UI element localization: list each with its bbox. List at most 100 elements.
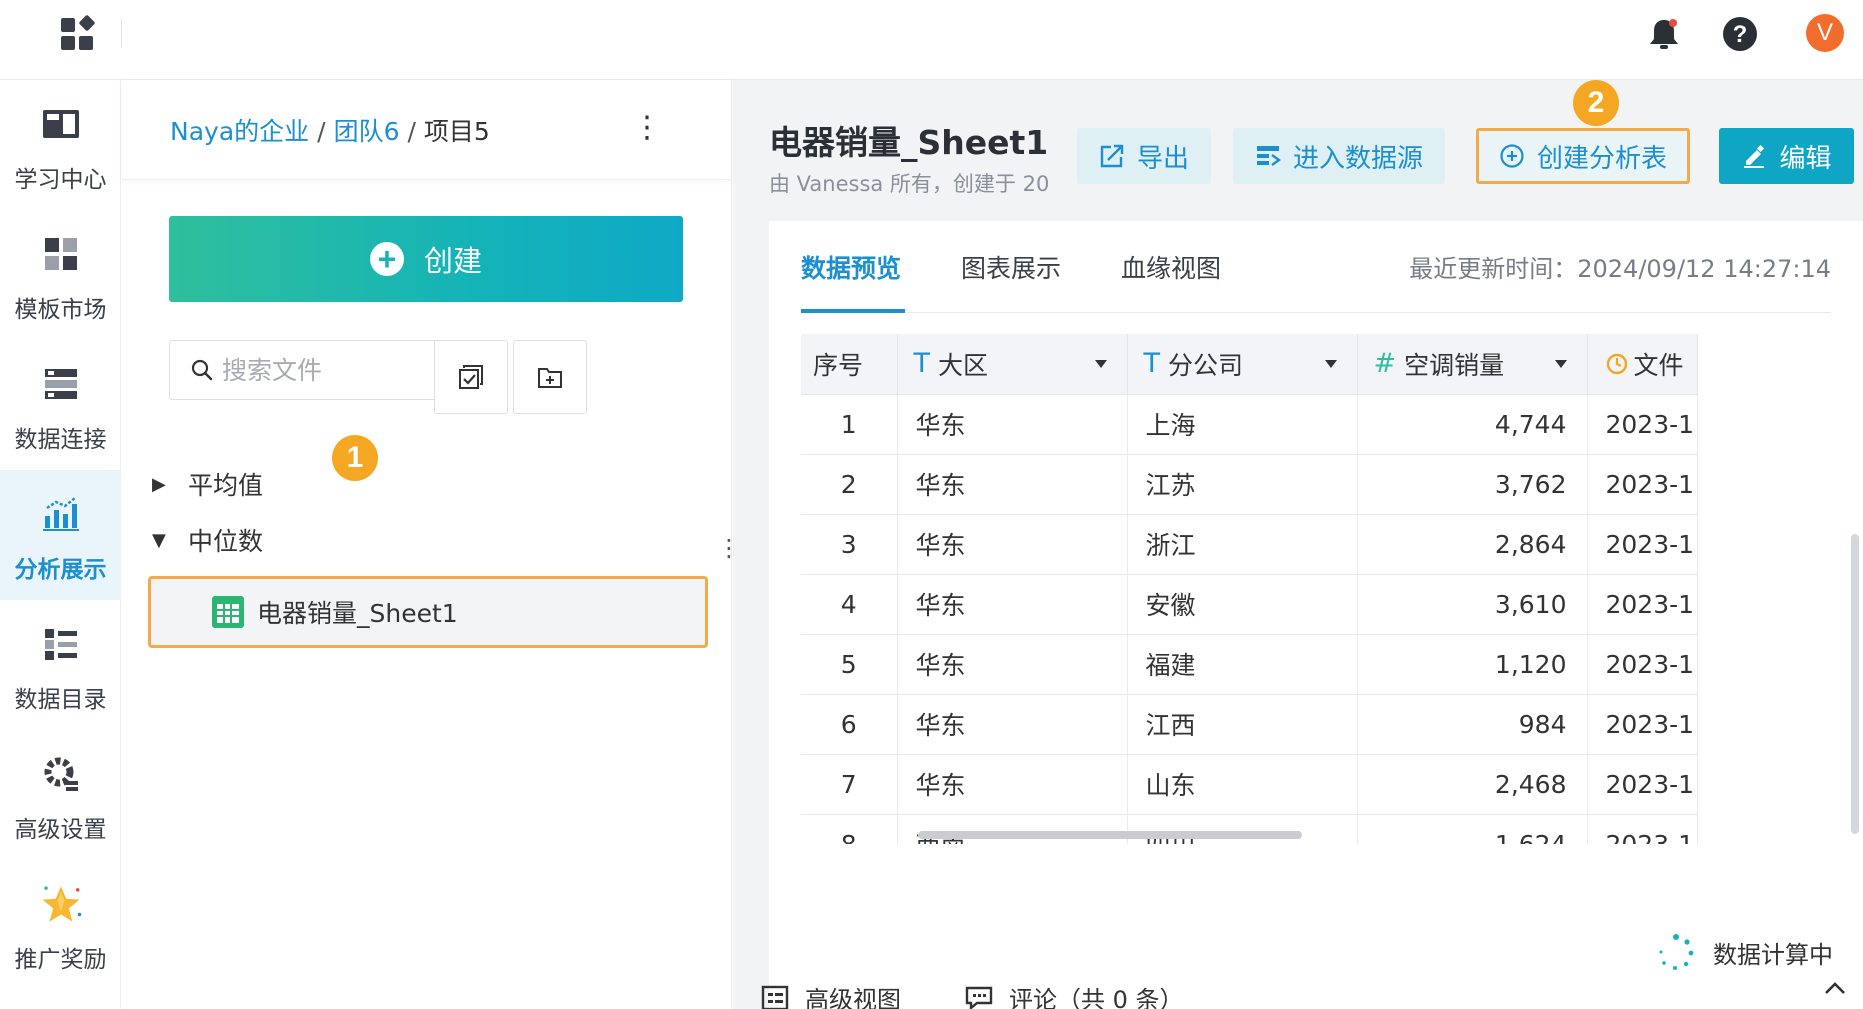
cell-index: 4 bbox=[801, 574, 898, 635]
vertical-scrollbar[interactable] bbox=[1851, 534, 1859, 834]
tab-data-preview[interactable]: 数据预览 bbox=[801, 249, 901, 285]
edit-button[interactable]: 编辑 bbox=[1719, 128, 1854, 184]
column-header-date[interactable]: 文件 bbox=[1587, 334, 1698, 395]
cell-sales: 2,468 bbox=[1357, 754, 1588, 815]
cell-index: 6 bbox=[801, 694, 898, 755]
batch-select-button[interactable] bbox=[434, 340, 508, 414]
collapse-panel-button[interactable] bbox=[1823, 980, 1847, 996]
column-name: 文件 bbox=[1633, 350, 1684, 380]
cell-sales: 3,762 bbox=[1357, 454, 1588, 515]
table-header-row: 序号 T 大区 T 分公司 # 空调销量 文件 bbox=[801, 334, 1698, 395]
question-mark-icon[interactable]: ? bbox=[1718, 12, 1762, 56]
column-header-region[interactable]: T 大区 bbox=[897, 334, 1128, 395]
tab-bar: 数据预览 图表展示 血缘视图 最近更新时间：2024/09/12 14:27:1… bbox=[801, 221, 1831, 313]
data-table: 序号 T 大区 T 分公司 # 空调销量 文件 1 华东 上海 4,744 2023-1 2华… bbox=[801, 334, 1698, 844]
cell-sales: 2,864 bbox=[1357, 514, 1588, 575]
table-row[interactable]: 4 华东 安徽 3,610 2023-1 bbox=[801, 574, 1698, 635]
table-row[interactable]: 7 华东 山东 2,468 2023-1 bbox=[801, 754, 1698, 815]
chevron-up-icon bbox=[1825, 982, 1845, 994]
breadcrumb-separator: / bbox=[317, 117, 326, 146]
data-table-container[interactable]: 序号 T 大区 T 分公司 # 空调销量 文件 1 华东 上海 4,744 2023-1 2华… bbox=[801, 334, 1831, 844]
nav-item-data-catalog[interactable]: 数据目录 bbox=[0, 600, 121, 730]
nav-label: 推广奖励 bbox=[14, 947, 107, 973]
text-type-icon: T bbox=[913, 348, 931, 380]
cell-branch: 安徽 bbox=[1127, 574, 1358, 635]
export-button[interactable]: 导出 bbox=[1077, 128, 1211, 184]
column-header-ac-sales[interactable]: # 空调销量 bbox=[1357, 334, 1588, 395]
comments-label: 评论（共 0 条） bbox=[1009, 986, 1184, 1009]
avatar[interactable]: V bbox=[1806, 14, 1844, 52]
nav-label: 数据目录 bbox=[14, 687, 107, 713]
table-row[interactable]: 8西南四川1,6242023-1 bbox=[801, 814, 1698, 844]
cell-region: 华东 bbox=[897, 754, 1128, 815]
apps-grid-icon[interactable] bbox=[55, 12, 99, 56]
tree-folder-average[interactable]: ▶ 平均值 bbox=[152, 466, 263, 502]
table-row[interactable]: 6 华东 江西 984 2023-1 bbox=[801, 694, 1698, 755]
more-options-icon[interactable]: ⋮ bbox=[632, 108, 662, 148]
template-grid-icon bbox=[39, 232, 83, 276]
tree-folder-label: 平均值 bbox=[188, 471, 264, 500]
comments-toggle[interactable]: 评论（共 0 条） bbox=[965, 980, 1184, 1009]
table-row[interactable]: 3 华东 浙江 2,864 2023-1 bbox=[801, 514, 1698, 575]
cell-date: 2023-1 bbox=[1587, 394, 1698, 455]
cell-branch: 浙江 bbox=[1127, 514, 1358, 575]
column-dropdown-icon[interactable] bbox=[1547, 350, 1575, 378]
column-dropdown-icon[interactable] bbox=[1087, 350, 1115, 378]
cell-date: 2023-1 bbox=[1587, 454, 1698, 515]
nav-item-data-connection[interactable]: 数据连接 bbox=[0, 340, 121, 470]
cell-date: 2023-1 bbox=[1587, 514, 1698, 575]
breadcrumb-team[interactable]: 团队6 bbox=[334, 117, 400, 146]
panel-resize-handle[interactable]: ⋮ bbox=[717, 536, 741, 573]
nav-item-analysis[interactable]: 分析展示 bbox=[0, 470, 121, 600]
enter-datasource-button[interactable]: 进入数据源 bbox=[1233, 128, 1445, 184]
create-analysis-button[interactable]: 创建分析表 bbox=[1476, 128, 1690, 184]
create-analysis-label: 创建分析表 bbox=[1536, 143, 1667, 174]
nav-item-advanced-settings[interactable]: 高级设置 bbox=[0, 730, 121, 860]
cell-region: 华东 bbox=[897, 454, 1128, 515]
cell-branch: 江苏 bbox=[1127, 454, 1358, 515]
text-type-icon: T bbox=[1143, 348, 1161, 380]
breadcrumb-org[interactable]: Naya的企业 bbox=[170, 117, 309, 146]
bar-chart-icon bbox=[39, 492, 83, 536]
gear-icon bbox=[39, 752, 83, 796]
create-button[interactable]: + 创建 bbox=[169, 216, 683, 302]
nav-label: 高级设置 bbox=[14, 817, 107, 843]
column-name: 序号 bbox=[813, 350, 864, 380]
nav-label: 模板市场 bbox=[14, 297, 107, 323]
cell-index: 5 bbox=[801, 634, 898, 695]
cell-index: 2 bbox=[801, 454, 898, 515]
cell-region: 华东 bbox=[897, 574, 1128, 635]
column-header-branch[interactable]: T 分公司 bbox=[1127, 334, 1358, 395]
table-row[interactable]: 5 华东 福建 1,120 2023-1 bbox=[801, 634, 1698, 695]
database-connect-icon bbox=[39, 362, 83, 406]
cell-branch: 四川 bbox=[1127, 814, 1358, 844]
page-title: 电器销量_Sheet1 bbox=[769, 123, 1049, 162]
data-card: 数据预览 图表展示 血缘视图 最近更新时间：2024/09/12 14:27:1… bbox=[769, 221, 1863, 1009]
tree-folder-median[interactable]: ▼ 中位数 bbox=[152, 522, 263, 558]
cell-date: 2023-1 bbox=[1587, 694, 1698, 755]
column-header-index: 序号 bbox=[801, 334, 898, 395]
search-icon bbox=[191, 359, 213, 381]
nav-item-promotion-reward[interactable]: 推广奖励 bbox=[0, 860, 121, 990]
computing-status: 数据计算中 bbox=[1657, 933, 1833, 971]
horizontal-scrollbar[interactable] bbox=[918, 831, 1302, 839]
left-nav: 学习中心 模板市场 数据连接 分析展示 数据目录 高级设置 推广奖励 bbox=[0, 80, 121, 1009]
column-dropdown-icon[interactable] bbox=[1317, 350, 1345, 378]
advanced-view-toggle[interactable]: 高级视图 bbox=[761, 980, 901, 1009]
edit-label: 编辑 bbox=[1779, 143, 1832, 174]
file-item-selected[interactable]: 电器销量_Sheet1 bbox=[148, 576, 708, 648]
tab-chart-display[interactable]: 图表展示 bbox=[961, 249, 1061, 285]
table-row[interactable]: 1 华东 上海 4,744 2023-1 bbox=[801, 394, 1698, 455]
tab-lineage-view[interactable]: 血缘视图 bbox=[1121, 249, 1221, 285]
file-name: 电器销量_Sheet1 bbox=[257, 599, 458, 628]
new-folder-button[interactable] bbox=[513, 340, 587, 414]
cell-branch: 福建 bbox=[1127, 634, 1358, 695]
last-updated: 最近更新时间：2024/09/12 14:27:14 bbox=[1409, 249, 1831, 284]
nav-item-learning-center[interactable]: 学习中心 bbox=[0, 80, 121, 210]
datasource-label: 进入数据源 bbox=[1292, 143, 1423, 174]
computing-label: 数据计算中 bbox=[1713, 940, 1833, 969]
cell-region: 华东 bbox=[897, 514, 1128, 575]
table-row[interactable]: 2 华东 江苏 3,762 2023-1 bbox=[801, 454, 1698, 515]
bell-icon[interactable] bbox=[1642, 12, 1686, 56]
nav-item-template-market[interactable]: 模板市场 bbox=[0, 210, 121, 340]
